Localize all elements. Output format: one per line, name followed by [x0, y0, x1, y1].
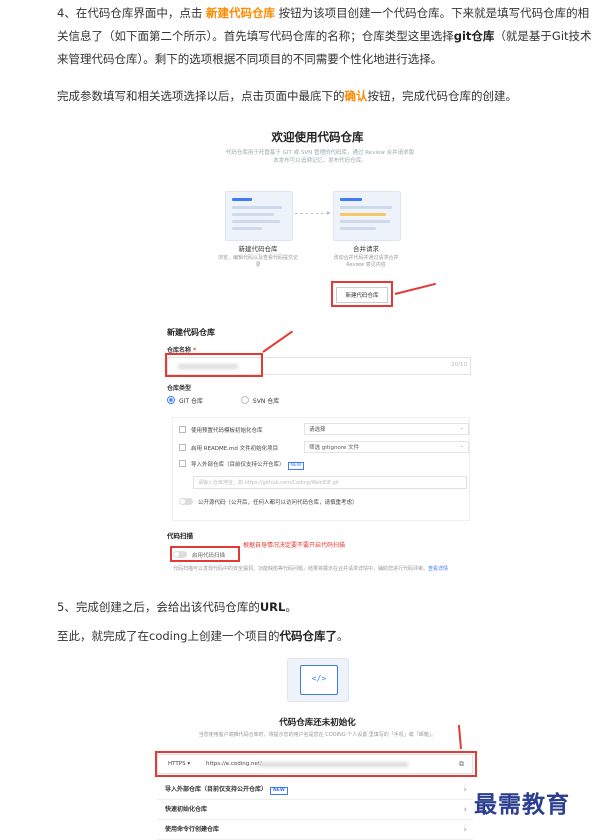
opt-public-label: 公开源代码（公开后，任何人都可以访问代码仓库，请慎重考虑） [198, 500, 358, 506]
conclusion-bold: 代码仓库了 [279, 629, 337, 643]
uninit-subtitle: 当您使用客户端推代码仓库时，将提示您的用户名是您在 CODING 个人设置 里填… [198, 732, 437, 738]
create-repo-screenshot: 欢迎使用代码仓库 代码仓库用于托管基于 GIT 或 SVN 管理的代码库，通过 … [155, 115, 480, 590]
radio-svn[interactable]: SVN 仓库 [240, 396, 280, 405]
row-import[interactable]: 导入外部仓库（目前仅支持公开仓库） NEW [157, 780, 473, 800]
radio-on-icon [167, 396, 175, 404]
opt-template[interactable]: 使用预置代码模板初始化仓库 [179, 426, 263, 434]
radio-git-label: GIT 仓库 [179, 398, 203, 405]
new-badge: NEW [287, 462, 305, 470]
highlight-box [165, 353, 263, 377]
card-merge-desc: 改动合并代码并通过请求合并 Review 意见内容 [333, 255, 399, 268]
confirm-highlight: 确认 [344, 89, 368, 103]
step4-paragraph: 4、在代码仓库界面中，点击 新建代码仓库 按钮为该项目创建一个代码仓库。下来就是… [57, 2, 597, 71]
welcome-subtitle: 代码仓库用于托管基于 GIT 或 SVN 管理的代码库，通过 Review 合并… [225, 150, 415, 164]
welcome-title: 欢迎使用代码仓库 [271, 130, 364, 144]
opt-readme[interactable]: 启用 README.md 文件初始化项目 [179, 444, 278, 452]
opt-public[interactable]: 公开源代码（公开后，任何人都可以访问代码仓库，请慎重考虑） [179, 498, 358, 506]
radio-off-icon [240, 396, 249, 404]
conclusion-text: 至此，就完成了在coding上创建一个项目的 [57, 629, 280, 643]
flow-arrow-icon [295, 211, 331, 215]
uninit-title: 代码仓库还未初始化 [279, 718, 356, 728]
red-arrow-icon [394, 282, 436, 295]
repo-type-radios: GIT 仓库 SVN 仓库 [167, 396, 279, 405]
watermark-logo: 最需教育 [474, 791, 570, 818]
step4b-paragraph: 完成参数填写和相关选项选择以后，点击页面中最底下的确认按钮，完成代码仓库的创建。 [57, 85, 597, 108]
step5-text: 5、完成创建之后，会给出该代码仓库的 [57, 600, 260, 614]
code-glyph: </> [311, 674, 327, 683]
toggle-icon [179, 498, 193, 505]
card-new-repo-label: 新建代码仓库 [238, 245, 278, 253]
highlight-box [170, 546, 240, 562]
repo-url-screenshot: </> 代码仓库还未初始化 当您使用客户端推代码仓库时，将提示您的用户名是您在 … [155, 650, 480, 840]
scan-desc-text: 代码扫描可以发现代码中的安全漏洞、功能缺陷等代码问题，结果将展示在合并请求详情中… [173, 566, 429, 572]
opt-template-label: 使用预置代码模板初始化仓库 [191, 428, 263, 434]
gitignore-select[interactable]: 筛选 gitignore 文件 [304, 440, 469, 453]
row-cmd-init[interactable]: 使用命令行创建仓库 [157, 820, 473, 840]
step4-text: 4、在代码仓库界面中，点击 [57, 6, 206, 20]
scan-description: 代码扫描可以发现代码中的安全漏洞、功能缺陷等代码问题，结果将展示在合并请求详情中… [173, 565, 473, 573]
import-url-input[interactable]: 请输入仓库地址，如 https://github.com/Coding/WebI… [193, 476, 467, 489]
card-merge-label: 合并请求 [353, 245, 379, 253]
step4b-suffix: 按钮，完成代码仓库的创建。 [367, 89, 518, 103]
scan-heading: 代码扫描 [167, 532, 193, 540]
checkbox-icon [179, 444, 186, 451]
step5-paragraph: 5、完成创建之后，会给出该代码仓库的URL。 [57, 596, 597, 619]
scan-annotation: 根据自身情况决定要不要开启代码扫描 [243, 542, 346, 549]
opt-import-label: 导入外部仓库（目前仅支持公开仓库） [191, 462, 285, 468]
row-quick-init[interactable]: 快速初始化仓库 [157, 800, 473, 820]
options-box: 使用预置代码模板初始化仓库 请选择 启用 README.md 文件初始化项目 筛… [172, 417, 470, 521]
radio-git[interactable]: GIT 仓库 [167, 396, 203, 405]
new-badge: NEW [270, 787, 288, 795]
form-heading: 新建代码仓库 [167, 328, 215, 337]
highlight-box [331, 281, 393, 307]
checkbox-icon [179, 460, 186, 467]
checkbox-icon [179, 426, 186, 433]
row-import-label: 导入外部仓库（目前仅支持公开仓库） [165, 786, 268, 793]
step5-suffix: 。 [285, 600, 297, 614]
url-bold: URL [259, 600, 286, 614]
char-counter: 20/10 [451, 362, 467, 368]
opt-readme-label: 启用 README.md 文件初始化项目 [191, 446, 279, 452]
new-repo-highlight: 新建代码仓库 [205, 6, 275, 20]
git-repo-bold: git仓库 [453, 29, 495, 43]
radio-svn-label: SVN 仓库 [252, 398, 280, 405]
red-arrow-icon [262, 330, 294, 353]
window-frame: </> [300, 665, 338, 695]
highlight-box [155, 751, 477, 777]
type-label: 仓库类型 [167, 385, 192, 392]
step4b-text: 完成参数填写和相关选项选择以后，点击页面中最底下的 [57, 89, 345, 103]
scan-details-link[interactable]: 查看详情 [428, 566, 448, 572]
template-select[interactable]: 请选择 [304, 422, 469, 435]
repo-illustration [225, 191, 293, 241]
card-new-repo-desc: 浏览、编辑代码以及查看代码提交记录 [218, 255, 299, 268]
merge-illustration [333, 191, 401, 241]
opt-import[interactable]: 导入外部仓库（目前仅支持公开仓库） NEW [179, 460, 305, 470]
code-window-icon: </> [287, 658, 349, 702]
conclusion-suffix: 。 [336, 629, 349, 643]
conclusion-paragraph: 至此，就完成了在coding上创建一个项目的代码仓库了。 [57, 625, 597, 648]
